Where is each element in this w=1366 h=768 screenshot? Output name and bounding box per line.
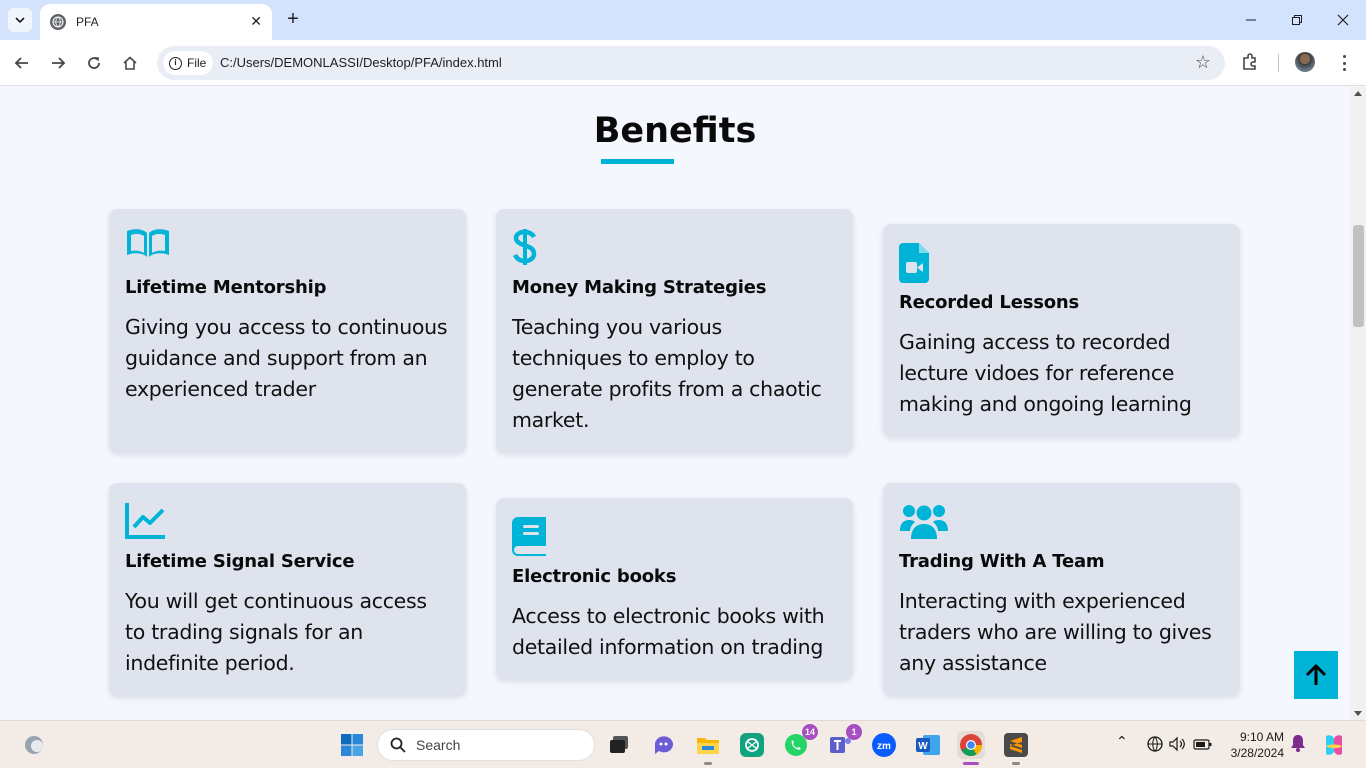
info-icon: i <box>169 56 182 70</box>
clock[interactable]: 9:10 AM 3/28/2024 <box>1228 729 1284 761</box>
card-title: Recorded Lessons <box>899 292 1080 313</box>
windows-taskbar: Search 14 1 zm W ⌃ 9:10 AM 3/28/2024 <box>0 720 1366 768</box>
chatgpt-icon[interactable] <box>738 731 766 759</box>
card-text: Interacting with experienced traders who… <box>899 589 1212 675</box>
taskbar-search[interactable]: Search <box>377 729 595 761</box>
clock-time: 9:10 AM <box>1239 730 1284 744</box>
benefit-card-signals: Lifetime Signal Service You will get con… <box>109 483 466 696</box>
whatsapp-icon[interactable]: 14 <box>782 724 818 759</box>
card-title: Lifetime Signal Service <box>125 551 355 572</box>
card-text: Gaining access to recorded lecture vidoe… <box>899 330 1192 416</box>
browser-toolbar: i File C:/Users/DEMONLASSI/Desktop/PFA/i… <box>0 40 1366 86</box>
forward-button[interactable] <box>43 48 73 78</box>
explorer-running-indicator <box>704 762 712 765</box>
close-icon <box>1337 14 1349 26</box>
title-underline <box>601 159 674 164</box>
tab-pfa[interactable]: PFA ✕ <box>40 4 272 40</box>
card-text: Giving you access to continuous guidance… <box>125 315 448 401</box>
search-label: Search <box>416 737 461 753</box>
back-button[interactable] <box>7 48 37 78</box>
bookmark-star-icon[interactable]: ☆ <box>1195 53 1211 73</box>
tab-search-button[interactable] <box>8 8 32 32</box>
chart-line-icon <box>125 501 450 541</box>
users-icon <box>899 501 1224 541</box>
address-bar[interactable]: i File C:/Users/DEMONLASSI/Desktop/PFA/i… <box>157 46 1225 80</box>
tab-close-icon[interactable]: ✕ <box>250 14 262 30</box>
close-window-button[interactable] <box>1320 0 1366 40</box>
card-text: You will get continuous access to tradin… <box>125 589 427 675</box>
teams-icon[interactable]: 1 <box>826 724 862 759</box>
file-explorer-icon[interactable] <box>694 731 722 759</box>
extensions-icon[interactable] <box>1240 52 1260 76</box>
site-info-chip[interactable]: i File <box>163 51 213 75</box>
benefit-card-team: Trading With A Team Interacting with exp… <box>883 483 1240 696</box>
arrow-right-icon <box>52 57 66 69</box>
clock-date: 3/28/2024 <box>1230 746 1284 760</box>
network-icon[interactable] <box>1146 735 1164 757</box>
battery-icon[interactable] <box>1193 735 1213 757</box>
reload-icon <box>88 57 100 69</box>
notification-bell-icon[interactable] <box>1290 734 1306 756</box>
zoom-icon[interactable]: zm <box>870 731 898 759</box>
weather-widget-icon[interactable] <box>20 731 48 759</box>
benefit-card-mentorship: Lifetime Mentorship Giving you access to… <box>109 209 466 453</box>
svg-text:W: W <box>918 741 928 752</box>
minimize-icon <box>1246 19 1256 21</box>
card-title: Money Making Strategies <box>512 277 767 298</box>
scroll-down-icon[interactable] <box>1354 711 1362 716</box>
restore-button[interactable] <box>1274 0 1320 40</box>
restore-icon <box>1292 15 1302 25</box>
url-text[interactable]: C:/Users/DEMONLASSI/Desktop/PFA/index.ht… <box>220 55 502 70</box>
video-file-icon <box>899 242 1224 283</box>
chat-app-icon[interactable] <box>650 731 678 759</box>
benefit-card-ebooks: Electronic books Access to electronic bo… <box>496 498 853 680</box>
card-title: Electronic books <box>512 566 677 587</box>
site-info-label: File <box>187 56 207 70</box>
svg-text:zm: zm <box>877 741 891 752</box>
back-to-top-button[interactable] <box>1294 651 1338 699</box>
home-icon <box>123 56 137 70</box>
word-icon[interactable]: W <box>914 731 942 759</box>
card-title: Trading With A Team <box>899 551 1105 572</box>
teams-badge: 1 <box>846 724 862 740</box>
book-open-icon <box>125 227 450 267</box>
sublime-running-indicator <box>1012 762 1020 765</box>
search-icon <box>390 737 406 753</box>
tray-overflow-chevron-icon[interactable]: ⌃ <box>1116 734 1128 750</box>
globe-icon <box>50 14 66 30</box>
new-tab-button[interactable]: + <box>282 8 304 30</box>
card-text: Access to electronic books with detailed… <box>512 604 825 659</box>
arrow-up-icon <box>1305 663 1327 685</box>
chevron-down-icon <box>15 17 25 24</box>
reload-button[interactable] <box>79 48 109 78</box>
start-icon[interactable] <box>338 731 366 759</box>
card-title: Lifetime Mentorship <box>125 277 327 298</box>
volume-icon[interactable] <box>1168 735 1186 757</box>
minimize-button[interactable] <box>1228 0 1274 40</box>
chrome-running-indicator <box>963 762 979 765</box>
chrome-icon[interactable] <box>957 731 985 759</box>
section-title: Benefits <box>593 111 757 151</box>
dollar-icon <box>512 227 837 267</box>
arrow-left-icon <box>14 57 28 69</box>
scroll-up-icon[interactable] <box>1354 91 1362 96</box>
scroll-thumb[interactable] <box>1353 225 1364 327</box>
benefit-card-strategies: Money Making Strategies Teaching you var… <box>496 209 853 453</box>
profile-avatar[interactable] <box>1295 52 1315 72</box>
card-text: Teaching you various techniques to emplo… <box>512 315 822 432</box>
page-viewport: Benefits Lifetime Mentorship Giving you … <box>0 87 1350 720</box>
browser-menu-icon[interactable] <box>1336 52 1352 74</box>
tab-title: PFA <box>76 15 99 29</box>
whatsapp-badge: 14 <box>801 724 818 740</box>
home-button[interactable] <box>115 48 145 78</box>
benefit-card-recorded: Recorded Lessons Gaining access to recor… <box>883 224 1240 437</box>
tab-strip: PFA ✕ + <box>0 0 1366 40</box>
toolbar-divider <box>1278 54 1279 72</box>
task-view-icon[interactable] <box>605 731 633 759</box>
sublime-text-icon[interactable] <box>1002 731 1030 759</box>
page-scrollbar[interactable] <box>1350 87 1366 720</box>
copilot-icon[interactable] <box>1320 731 1348 759</box>
book-icon <box>512 516 837 556</box>
